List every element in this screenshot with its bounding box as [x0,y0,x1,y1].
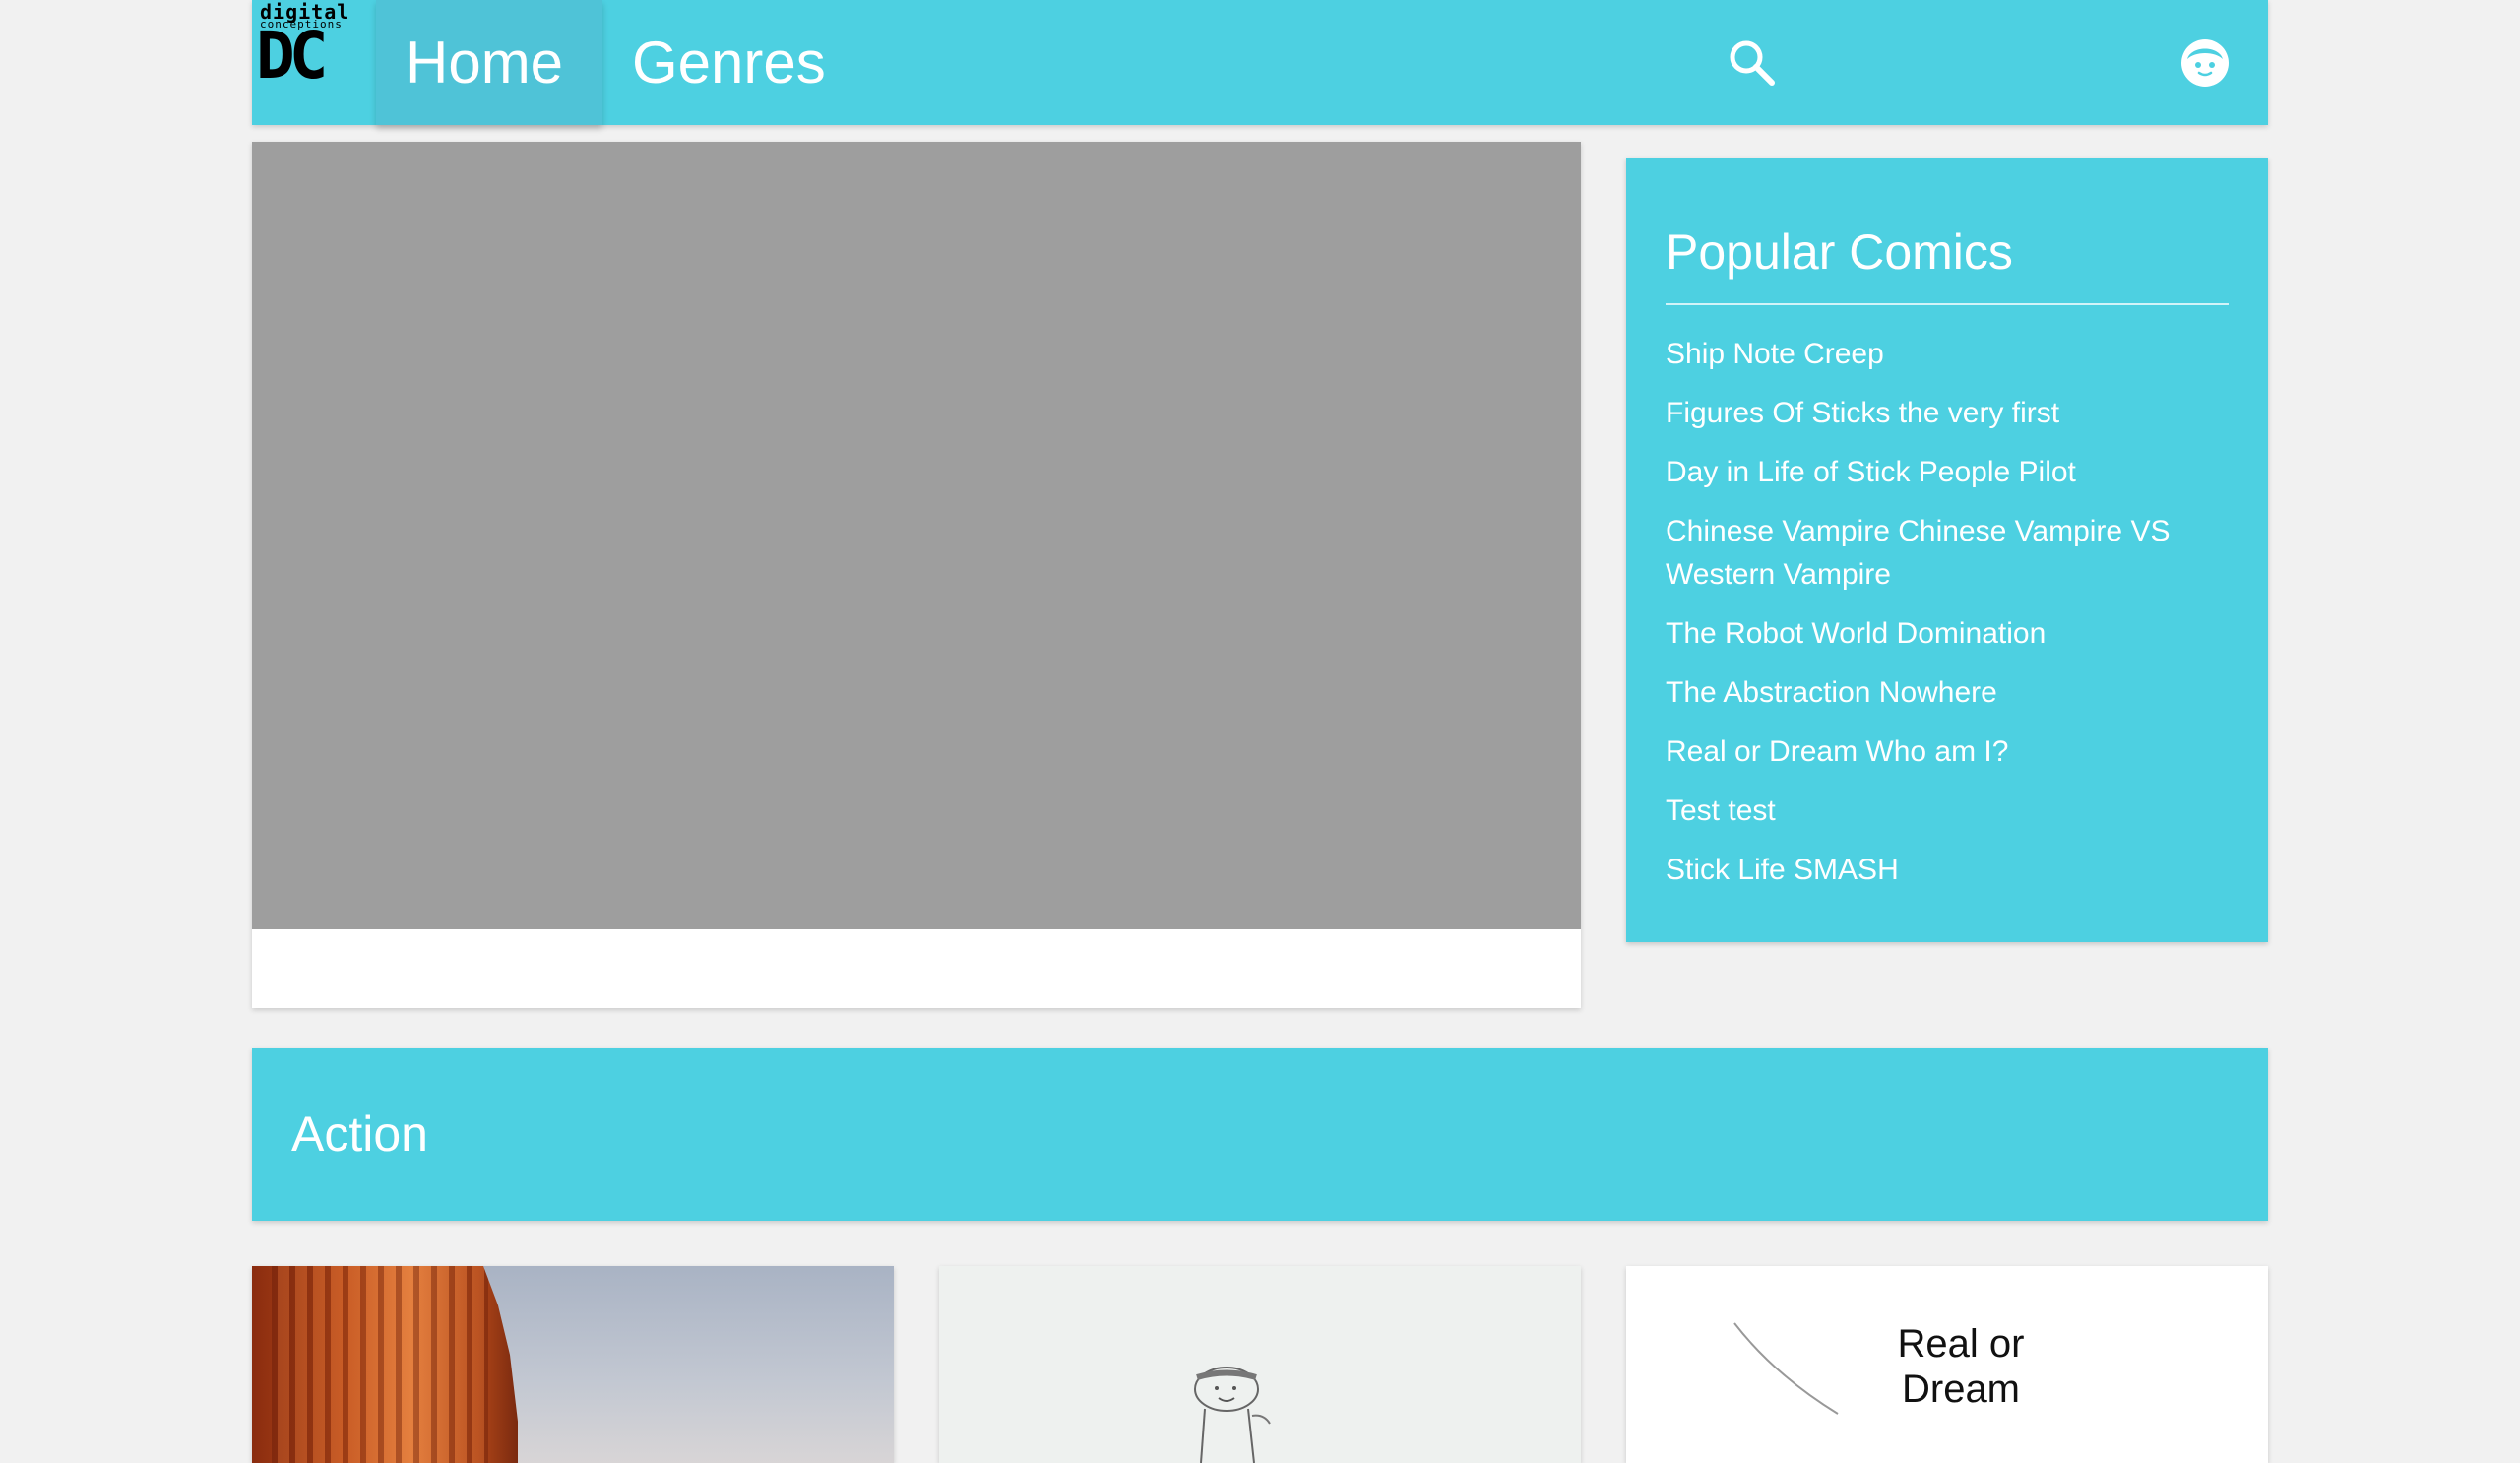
popular-comics-list: Ship Note Creep Figures Of Sticks the ve… [1666,325,2229,900]
genre-title: Action [291,1107,428,1162]
account-button[interactable] [2179,37,2231,89]
nav-genres[interactable]: Genres [602,0,829,125]
popular-comic-link[interactable]: Stick Life SMASH [1666,841,2229,900]
search-icon [1730,40,1775,86]
nav-home[interactable]: Home [376,0,602,125]
popular-comic-link[interactable]: Test test [1666,782,2229,841]
featured-image-placeholder [252,142,1581,929]
search-button[interactable] [1727,37,1778,89]
logo-mark: DC [256,18,329,94]
popular-comic-link[interactable]: Figures Of Sticks the very first [1666,384,2229,443]
popular-comic-link[interactable]: Real or Dream Who am I? [1666,723,2229,782]
popular-comic-link[interactable]: Day in Life of Stick People Pilot [1666,443,2229,502]
face-icon [2181,39,2229,87]
popular-comic-link[interactable]: Chinese Vampire Chinese Vampire VS Weste… [1666,502,2229,604]
popular-comic-link[interactable]: The Abstraction Nowhere [1666,664,2229,723]
site-logo[interactable]: digital conceptions DC [256,2,372,94]
comic-thumbnail-text: Real or Dream [1897,1322,2025,1411]
featured-card[interactable] [252,142,1581,1008]
cliff-texture [272,1266,488,1463]
genre-banner: Action [252,1048,2268,1221]
comic-thumbnail [252,1266,894,1463]
popular-comic-link[interactable]: The Robot World Domination [1666,604,2229,664]
page: digital conceptions DC Home Genres Popul… [252,0,2268,1463]
top-navbar: digital conceptions DC Home Genres [252,0,2268,125]
popular-comic-link[interactable]: Ship Note Creep [1666,325,2229,384]
popular-comics-title: Popular Comics [1666,213,2229,305]
comic-thumbnail-sketch [1194,1367,1271,1463]
comic-card[interactable] [252,1266,894,1463]
comic-card[interactable] [939,1266,1581,1463]
popular-comics-panel: Popular Comics Ship Note Creep Figures O… [1626,158,2268,942]
comic-card[interactable]: Real or Dream [1626,1266,2268,1463]
